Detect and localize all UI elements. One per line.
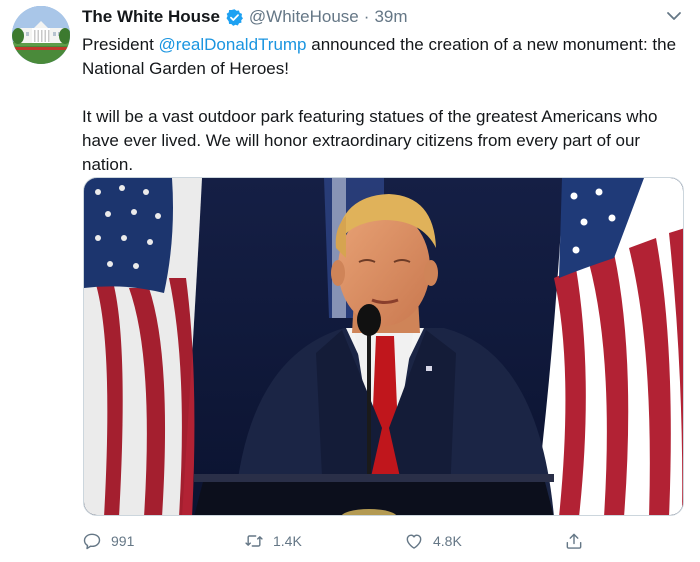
reply-button[interactable]: 991	[82, 528, 134, 554]
handle[interactable]: @WhiteHouse	[249, 7, 359, 27]
share-icon	[566, 533, 582, 549]
separator-dot: ·	[363, 7, 370, 26]
retweet-button[interactable]: 1.4K	[244, 528, 302, 554]
avatar[interactable]	[12, 6, 70, 64]
reply-count: 991	[111, 533, 135, 549]
retweet-icon	[245, 535, 263, 547]
like-button[interactable]: 4.8K	[404, 528, 462, 554]
timestamp[interactable]: 39m	[374, 7, 407, 27]
tweet-paragraph-1: President @realDonaldTrump announced the…	[82, 33, 687, 81]
tweet-header: The White House @WhiteHouse · 39m	[82, 6, 408, 28]
chevron-down-icon[interactable]	[665, 9, 683, 23]
speech-scene-image	[84, 178, 683, 515]
heart-icon	[406, 534, 422, 549]
tweet-card[interactable]: The White House @WhiteHouse · 39m Presid…	[0, 0, 700, 562]
tweet-text: President @realDonaldTrump announced the…	[82, 33, 687, 177]
retweet-count: 1.4K	[273, 533, 302, 549]
share-button[interactable]	[564, 528, 584, 554]
white-house-avatar-image	[12, 6, 70, 64]
reply-icon	[83, 533, 101, 550]
tweet-paragraph-2: It will be a vast outdoor park featuring…	[82, 107, 658, 174]
tweet-actions: 991 1.4K 4.8K	[82, 528, 602, 554]
verified-badge-icon	[226, 8, 243, 26]
mention-link[interactable]: @realDonaldTrump	[159, 35, 307, 54]
left-flag	[84, 178, 202, 515]
text-prefix: President	[82, 35, 159, 54]
display-name[interactable]: The White House	[82, 7, 220, 27]
tweet-media[interactable]	[83, 177, 684, 516]
like-count: 4.8K	[433, 533, 462, 549]
